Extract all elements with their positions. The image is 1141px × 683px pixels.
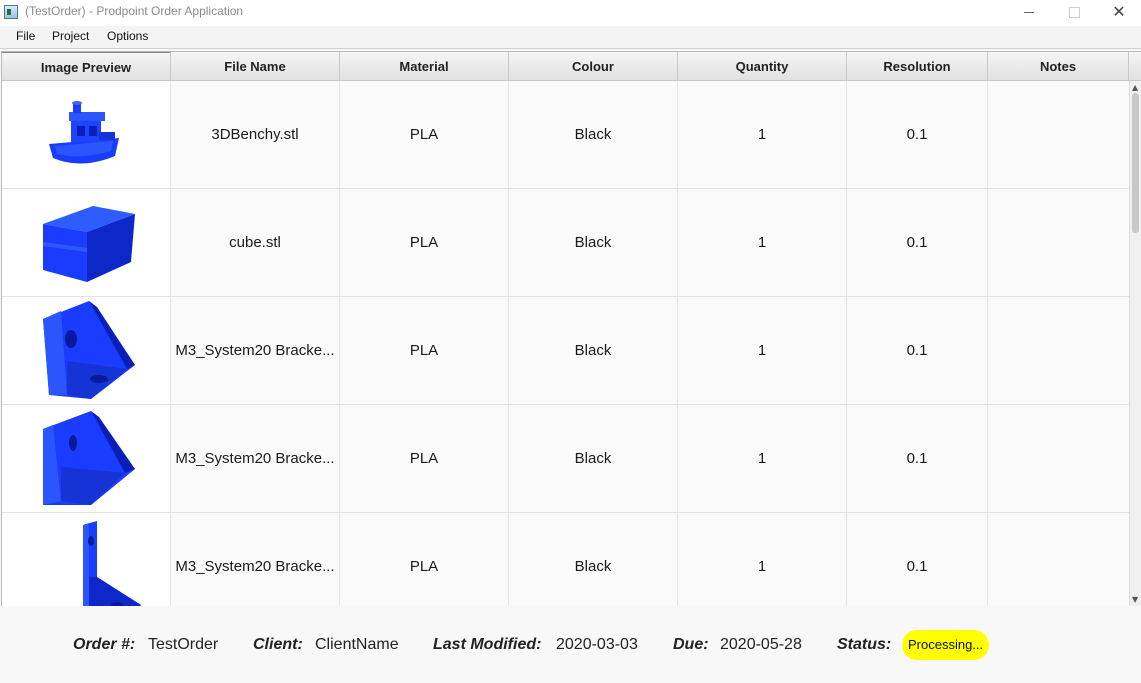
- table-row[interactable]: M3_System20 Bracke... PLA Black 1 0.1: [2, 297, 1130, 405]
- order-table: Image Preview File Name Material Colour …: [1, 51, 1141, 607]
- resolution-cell[interactable]: 0.1: [847, 297, 988, 404]
- title-bar: (TestOrder) - Prodpoint Order Applicatio…: [0, 0, 1141, 26]
- header-file-name[interactable]: File Name: [171, 52, 340, 80]
- bracket-model-preview: [2, 405, 171, 512]
- minimize-icon: [1024, 12, 1034, 13]
- status-label: Status:: [837, 636, 892, 653]
- app-icon: [4, 5, 18, 19]
- bracket-model-preview: [2, 297, 171, 404]
- notes-cell[interactable]: [988, 81, 1130, 188]
- notes-cell[interactable]: [988, 189, 1130, 296]
- due-label: Due:: [673, 636, 709, 653]
- order-number-value: TestOrder: [148, 636, 219, 653]
- due-value: 2020-05-28: [720, 636, 802, 653]
- material-cell[interactable]: PLA: [340, 513, 509, 606]
- table-row[interactable]: cube.stl PLA Black 1 0.1: [2, 189, 1130, 297]
- order-number-label: Order #:: [73, 636, 136, 653]
- material-cell[interactable]: PLA: [340, 297, 509, 404]
- scrollbar-thumb[interactable]: [1132, 93, 1139, 233]
- file-name-cell: M3_System20 Bracke...: [171, 297, 340, 404]
- colour-cell[interactable]: Black: [509, 297, 678, 404]
- menu-options[interactable]: Options: [107, 29, 148, 43]
- resolution-cell[interactable]: 0.1: [847, 405, 988, 512]
- table-row[interactable]: 3DBenchy.stl PLA Black 1 0.1: [2, 81, 1130, 189]
- bracket-model-preview: [2, 513, 171, 606]
- notes-cell[interactable]: [988, 297, 1130, 404]
- header-material[interactable]: Material: [340, 52, 509, 80]
- minimize-button[interactable]: [1006, 0, 1052, 26]
- file-name-cell: cube.stl: [171, 189, 340, 296]
- last-modified-value: 2020-03-03: [556, 636, 638, 653]
- close-button[interactable]: ✕: [1096, 0, 1141, 26]
- header-notes[interactable]: Notes: [988, 52, 1129, 80]
- cube-model-preview: [2, 189, 171, 296]
- status-badge[interactable]: Processing...: [902, 630, 990, 660]
- menu-project[interactable]: Project: [52, 29, 89, 43]
- benchy-model-preview: [2, 81, 171, 188]
- quantity-cell[interactable]: 1: [678, 297, 847, 404]
- quantity-cell[interactable]: 1: [678, 81, 847, 188]
- table-body: 3DBenchy.stl PLA Black 1 0.1 cube.stl PL…: [2, 81, 1130, 606]
- header-resolution[interactable]: Resolution: [847, 52, 988, 80]
- notes-cell[interactable]: [988, 513, 1130, 606]
- quantity-cell[interactable]: 1: [678, 189, 847, 296]
- resolution-cell[interactable]: 0.1: [847, 189, 988, 296]
- maximize-icon: [1068, 7, 1080, 18]
- window-title: (TestOrder) - Prodpoint Order Applicatio…: [25, 4, 244, 18]
- vertical-scrollbar[interactable]: ▲ ▼: [1129, 81, 1141, 606]
- scroll-down-icon[interactable]: ▼: [1132, 595, 1138, 604]
- colour-cell[interactable]: Black: [509, 513, 678, 606]
- header-image-preview[interactable]: Image Preview: [2, 52, 171, 81]
- file-name-cell: M3_System20 Bracke...: [171, 405, 340, 512]
- client-value: ClientName: [315, 636, 399, 653]
- order-info-bar: Order #: TestOrder Client: ClientName La…: [0, 606, 1141, 683]
- notes-cell[interactable]: [988, 405, 1130, 512]
- file-name-cell: 3DBenchy.stl: [171, 81, 340, 188]
- material-cell[interactable]: PLA: [340, 81, 509, 188]
- client-label: Client:: [253, 636, 303, 653]
- quantity-cell[interactable]: 1: [678, 513, 847, 606]
- maximize-button[interactable]: [1051, 0, 1097, 26]
- last-modified-label: Last Modified:: [433, 636, 542, 653]
- menu-file[interactable]: File: [16, 29, 35, 43]
- resolution-cell[interactable]: 0.1: [847, 513, 988, 606]
- table-row[interactable]: M3_System20 Bracke... PLA Black 1 0.1: [2, 405, 1130, 513]
- file-name-cell: M3_System20 Bracke...: [171, 513, 340, 606]
- table-row[interactable]: M3_System20 Bracke... PLA Black 1 0.1: [2, 513, 1130, 606]
- colour-cell[interactable]: Black: [509, 81, 678, 188]
- colour-cell[interactable]: Black: [509, 189, 678, 296]
- table-header: Image Preview File Name Material Colour …: [2, 52, 1141, 81]
- resolution-cell[interactable]: 0.1: [847, 81, 988, 188]
- quantity-cell[interactable]: 1: [678, 405, 847, 512]
- material-cell[interactable]: PLA: [340, 405, 509, 512]
- menu-bar: File Project Options: [0, 26, 1141, 49]
- scroll-up-icon[interactable]: ▲: [1132, 83, 1138, 92]
- material-cell[interactable]: PLA: [340, 189, 509, 296]
- header-colour[interactable]: Colour: [509, 52, 678, 80]
- close-icon: ✕: [1112, 2, 1126, 21]
- header-quantity[interactable]: Quantity: [678, 52, 847, 80]
- colour-cell[interactable]: Black: [509, 405, 678, 512]
